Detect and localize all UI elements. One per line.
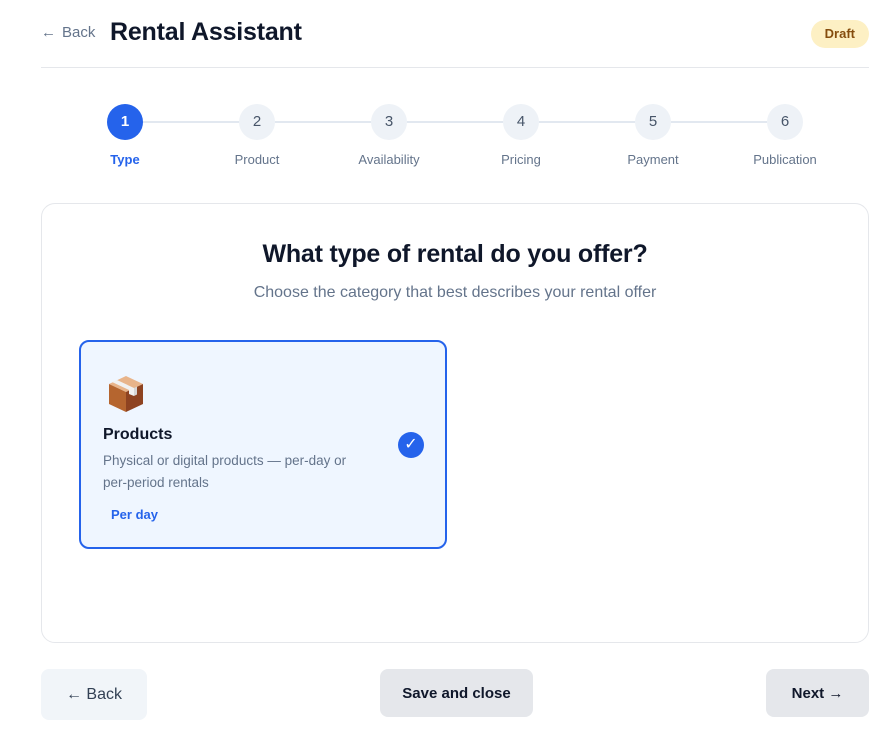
step-availability[interactable]: 3 Availability bbox=[329, 104, 449, 167]
step-publication[interactable]: 6 Publication bbox=[725, 104, 845, 167]
step-number: 6 bbox=[767, 104, 803, 140]
next-button[interactable]: Next → bbox=[766, 669, 869, 717]
step-label: Type bbox=[110, 152, 140, 167]
question-heading: What type of rental do you offer? bbox=[262, 240, 648, 268]
option-title: Products bbox=[103, 426, 173, 443]
step-label: Pricing bbox=[501, 152, 541, 167]
header: ← Back Rental Assistant Draft bbox=[41, 0, 869, 68]
step-payment[interactable]: 5 Payment bbox=[593, 104, 713, 167]
step-number: 4 bbox=[503, 104, 539, 140]
step-label: Availability bbox=[358, 152, 420, 167]
save-and-close-button[interactable]: Save and close bbox=[380, 669, 533, 717]
question-subtitle: Choose the category that best describes … bbox=[253, 284, 657, 301]
status-badge: Draft bbox=[810, 20, 869, 48]
checkmark-icon: ✓ bbox=[398, 432, 424, 458]
rental-type-card: What type of rental do you offer? Choose… bbox=[41, 203, 869, 643]
back-button[interactable]: ← Back bbox=[41, 669, 147, 720]
step-number: 3 bbox=[371, 104, 407, 140]
step-number: 5 bbox=[635, 104, 671, 140]
step-type[interactable]: 1 Type bbox=[65, 104, 185, 167]
step-product[interactable]: 2 Product bbox=[197, 104, 317, 167]
option-description: Physical or digital products — per-day o… bbox=[103, 453, 347, 490]
step-label: Payment bbox=[627, 152, 679, 167]
page-title: Rental Assistant bbox=[110, 18, 302, 46]
step-label: Product bbox=[234, 152, 280, 167]
step-number: 1 bbox=[107, 104, 143, 140]
step-label: Publication bbox=[753, 152, 817, 167]
header-back-link[interactable]: ← Back bbox=[41, 24, 95, 41]
step-number: 2 bbox=[239, 104, 275, 140]
package-box-icon bbox=[109, 376, 143, 412]
header-back-label: Back bbox=[62, 24, 96, 41]
option-products[interactable]: Products Physical or digital products — … bbox=[79, 340, 447, 549]
option-pricing-tag: Per day bbox=[111, 507, 158, 522]
step-pricing[interactable]: 4 Pricing bbox=[461, 104, 581, 167]
arrow-left-icon: ← bbox=[41, 24, 56, 41]
